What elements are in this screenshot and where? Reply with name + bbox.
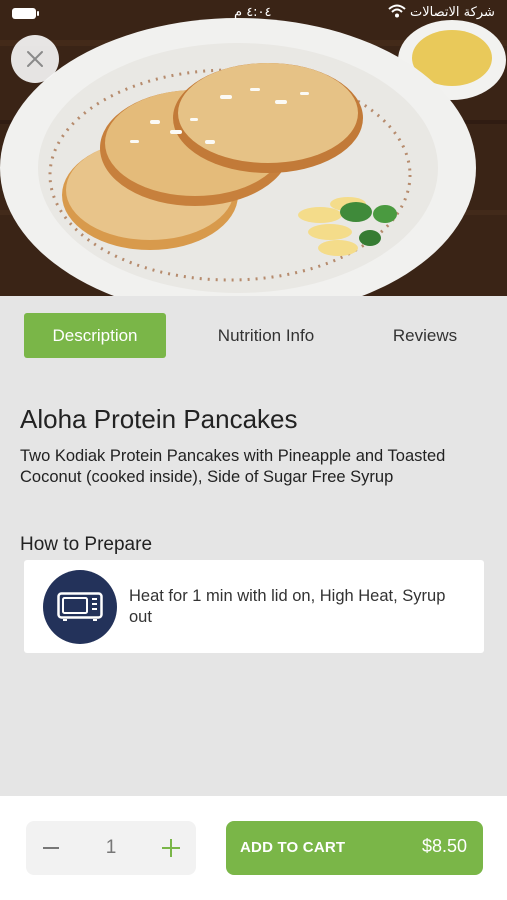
how-to-prepare-heading: How to Prepare: [20, 534, 153, 555]
wifi-icon: [388, 4, 406, 22]
bottom-action-bar: 1 ADD TO CART $8.50: [0, 796, 507, 900]
product-title: Aloha Protein Pancakes: [20, 404, 298, 434]
close-icon: [27, 51, 43, 67]
tab-reviews[interactable]: Reviews: [365, 313, 485, 358]
close-button[interactable]: [11, 35, 59, 83]
carrier-name: شركة الاتصالات: [410, 5, 495, 20]
prepare-instructions-text: Heat for 1 min with lid on, High Heat, S…: [129, 587, 446, 626]
minus-icon: [43, 847, 59, 849]
add-to-cart-label: ADD TO CART: [240, 839, 346, 856]
plus-icon: [162, 839, 180, 857]
add-to-cart-button[interactable]: ADD TO CART $8.50: [226, 821, 483, 875]
pancakes-photo: [0, 0, 507, 296]
microwave-icon: [43, 570, 117, 644]
tab-nutrition-info[interactable]: Nutrition Info: [196, 313, 336, 358]
increase-quantity-button[interactable]: [156, 833, 186, 863]
status-time: ٤:٠٤ م: [234, 5, 272, 20]
status-bar: ٤:٠٤ م شركة الاتصالات: [0, 0, 507, 28]
quantity-stepper: 1: [26, 821, 196, 875]
tab-bar: Description Nutrition Info Reviews: [0, 296, 507, 378]
hero-image: [0, 0, 507, 296]
cart-price: $8.50: [421, 836, 467, 856]
prepare-instructions-card: Heat for 1 min with lid on, High Heat, S…: [24, 560, 484, 653]
tab-description[interactable]: Description: [24, 313, 166, 358]
quantity-value: 1: [105, 837, 117, 858]
product-description: Two Kodiak Protein Pancakes with Pineapp…: [20, 447, 446, 486]
battery-icon: [12, 8, 39, 19]
decrease-quantity-button[interactable]: [36, 833, 66, 863]
